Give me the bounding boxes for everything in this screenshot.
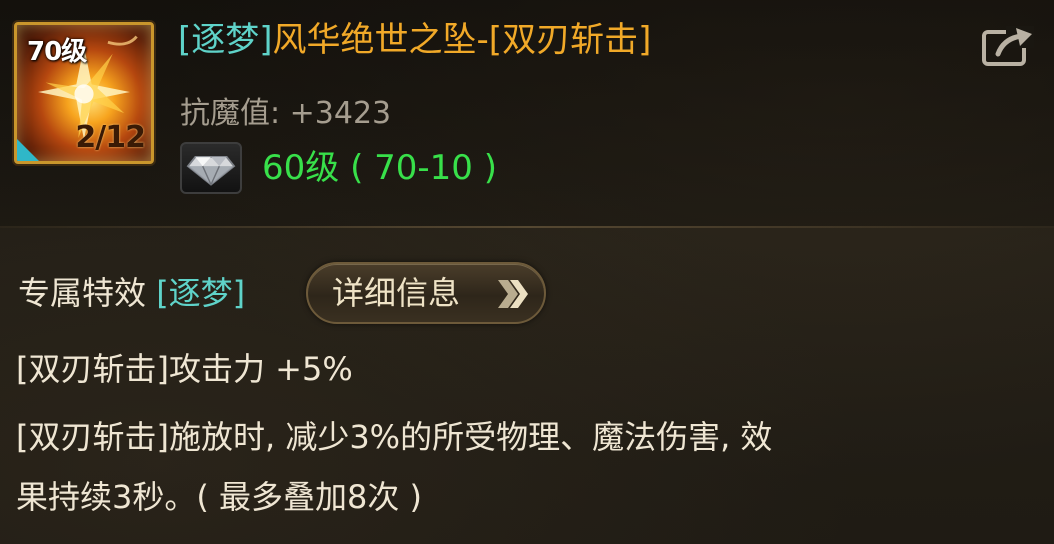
item-stack-count: 2/12 — [75, 120, 146, 155]
item-icon[interactable]: 70级 2/12 — [14, 22, 154, 164]
gem-level-text: 60级 ( 70-10 ) — [262, 148, 498, 188]
share-button[interactable] — [980, 24, 1036, 68]
exclusive-effect-label: 专属特效 — [18, 274, 147, 312]
item-tooltip-panel: 70级 2/12 [逐梦]风华绝世之坠-[双刃斩击] 抗魔值: +3423 60… — [0, 0, 1054, 544]
diamond-gem-icon[interactable] — [180, 142, 242, 194]
double-chevron-right-icon — [498, 280, 528, 308]
exclusive-effect-header: 专属特效 [逐梦] — [18, 270, 245, 316]
detail-info-label: 详细信息 — [332, 274, 461, 312]
share-export-icon — [982, 26, 1034, 66]
section-divider — [0, 226, 1054, 228]
quality-corner-tag — [17, 139, 39, 161]
item-title: [逐梦]风华绝世之坠-[双刃斩击] — [178, 16, 651, 64]
effect-line-3: 果持续3秒。( 最多叠加8次 ) — [16, 478, 423, 516]
item-level-badge: 70级 — [27, 37, 87, 67]
effect-line-1: [双刃斩击]攻击力 +5% — [16, 350, 353, 388]
magic-resist-stat: 抗魔值: +3423 — [180, 96, 392, 131]
effect-line-2: [双刃斩击]施放时, 减少3%的所受物理、魔法伤害, 效 — [16, 418, 773, 456]
title-set-tag: [逐梦] — [178, 20, 273, 60]
detail-info-button[interactable]: 详细信息 — [306, 262, 546, 324]
title-item-name: 风华绝世之坠-[双刃斩击] — [272, 20, 652, 60]
exclusive-effect-tag: [逐梦] — [156, 274, 246, 312]
gem-shape — [186, 156, 236, 186]
